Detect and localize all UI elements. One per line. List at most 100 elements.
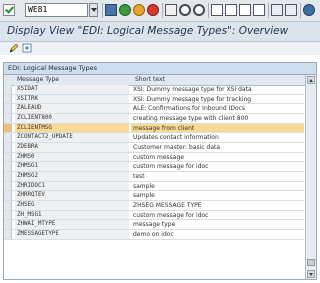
short-text-cell: Customer master: basic data [133,144,221,152]
toolbar-separator [300,3,301,18]
message-type-cell: ZHRRQTEV [15,191,129,201]
application-toolbar [0,42,320,55]
toolbar-separator [268,3,269,18]
table-row[interactable]: ZCLIENT800 creating message type with cli… [4,114,304,124]
message-type-cell: ZCLIENTMSG [15,123,129,133]
message-type-cell: ZCONTACT2_UPDATE [15,133,129,143]
toolbar-separator [208,3,209,18]
short-text-cell: ALE: Confirmations for Inbound IDocs [133,105,246,113]
table-row[interactable]: XSITRK XSI: Dummy message type for tracki… [4,94,304,105]
vertical-scrollbar[interactable] [305,75,316,279]
row-selector[interactable] [4,201,12,210]
short-text-cell: message type [133,221,176,229]
table-row[interactable]: ZHSEG ZHSEG MESSAGE TYPE [4,201,304,211]
row-selector[interactable] [4,181,12,191]
short-text-cell: XSI: Dummy message type for XSI data [133,86,252,93]
table-row[interactable]: ZH_MSG1 custom message for idoc [4,210,304,221]
screen-title-bar: Display View "EDI: Logical Message Types… [0,22,320,42]
row-selector[interactable] [4,114,12,123]
back-icon[interactable] [119,4,131,16]
command-field[interactable]: WE81 [25,3,88,17]
display-change-icon[interactable] [9,43,19,53]
scrollbar-thumb[interactable] [307,259,315,266]
help-icon[interactable] [303,4,315,16]
previous-page-icon[interactable] [225,4,237,16]
message-type-cell: ZALEAUD [15,104,129,114]
table-row[interactable]: ZHMSG2 test [4,172,304,182]
row-selector[interactable] [4,143,12,152]
print-icon[interactable] [165,4,177,16]
row-selector[interactable] [4,230,12,239]
short-text-cell: creating message type with client 800 [133,115,249,123]
message-type-cell: ZHSEG [15,201,129,210]
message-type-cell: ZMESSAGETYPE [15,230,129,239]
short-text-cell: message from client [131,123,304,133]
short-text-cell: XSI: Dummy message type for tracking [133,95,252,103]
short-text-cell: Updates contact information [133,134,219,142]
command-history-dropdown[interactable] [89,3,98,17]
table-row[interactable]: ZHMS0 custom message [4,152,304,163]
row-selector[interactable] [4,162,12,172]
first-page-icon[interactable] [211,4,223,16]
toolbar-separator [162,3,163,18]
message-type-cell: ZHMSG2 [15,172,129,181]
message-type-cell: ZH_MSG1 [15,210,129,220]
short-text-cell: ZHSEG MESSAGE TYPE [133,202,202,210]
table-row[interactable]: ZDEBRA Customer master: basic data [4,143,304,153]
cancel-icon[interactable] [147,4,159,16]
message-types-table: EDI: Logical Message Types Message Type … [3,62,317,280]
enter-check-icon[interactable] [3,4,15,16]
row-selector[interactable] [4,152,12,162]
last-page-icon[interactable] [253,4,265,16]
scroll-down-icon[interactable] [307,270,315,278]
column-header-short-text[interactable]: Short text [135,75,165,85]
table-row[interactable]: ZHWAI_MTYPE message type [4,220,304,231]
next-page-icon[interactable] [239,4,251,16]
message-type-cell: ZCLIENT800 [15,114,129,123]
short-text-cell: sample [133,192,155,200]
short-text-cell: custom message for idoc [133,163,209,171]
row-selector[interactable] [4,210,12,220]
create-session-icon[interactable] [271,4,283,16]
row-selector[interactable] [4,85,12,94]
find-next-icon[interactable] [193,4,205,16]
table-row[interactable]: ZHRRQTEV sample [4,191,304,202]
row-selector[interactable] [4,133,12,143]
message-type-cell: ZDEBRA [15,143,129,152]
row-selector[interactable] [4,191,12,201]
save-icon[interactable] [105,4,117,16]
short-text-cell: test [133,173,145,181]
shortcut-icon[interactable] [285,4,297,16]
system-toolbar: WE81 [0,0,320,22]
message-type-cell: ZHMSG1 [15,162,129,172]
toolbar-separator [102,3,103,18]
table-title: EDI: Logical Message Types [4,63,316,75]
short-text-cell: custom message for idoc [133,211,209,219]
message-type-cell: XSIDAT [15,85,129,94]
table-rows: XSIDAT XSI: Dummy message type for XSI da… [4,85,304,240]
short-text-cell: custom message [133,153,184,161]
table-row[interactable]: ZCLIENTMSG message from client [4,123,304,134]
row-selector[interactable] [4,94,12,104]
row-selector[interactable] [4,172,12,181]
row-selector[interactable] [4,123,12,133]
refresh-icon[interactable] [22,43,32,53]
message-type-cell: ZHWAI_MTYPE [15,220,129,230]
scroll-up-icon[interactable] [307,76,315,84]
exit-icon[interactable] [133,4,145,16]
table-row[interactable]: ZHMSG1 custom message for idoc [4,162,304,173]
find-icon[interactable] [179,4,191,16]
table-row[interactable]: ZALEAUD ALE: Confirmations for Inbound ID… [4,104,304,115]
message-type-cell: ZHMS0 [15,152,129,162]
table-row[interactable]: ZHRIDOC1 sample [4,181,304,192]
short-text-cell: demo on idoc [133,231,174,239]
column-header-message-type[interactable]: Message Type [17,75,59,85]
table-row[interactable]: ZCONTACT2_UPDATE Updates contact informat… [4,133,304,144]
message-type-cell: ZHRIDOC1 [15,181,129,191]
page-title: Display View "EDI: Logical Message Types… [7,25,289,37]
row-selector[interactable] [4,220,12,230]
table-row[interactable]: ZMESSAGETYPE demo on idoc [4,230,304,240]
row-selector[interactable] [4,104,12,114]
message-type-cell: XSITRK [15,94,129,104]
table-row[interactable]: XSIDAT XSI: Dummy message type for XSI da… [4,85,304,95]
